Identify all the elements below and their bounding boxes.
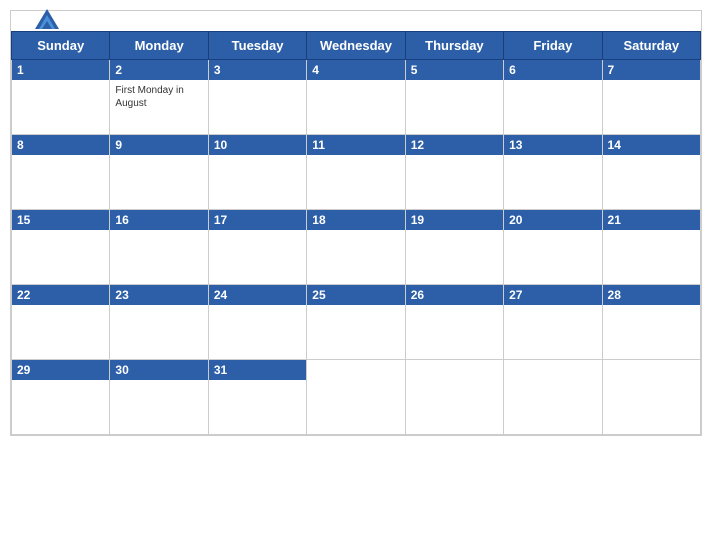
day-cell: 17 bbox=[208, 210, 306, 285]
day-number: 26 bbox=[411, 288, 498, 302]
day-number: 1 bbox=[17, 63, 104, 77]
week-row-3: 15 16 17 18 19 20 21 bbox=[12, 210, 701, 285]
day-number: 14 bbox=[608, 138, 695, 152]
day-cell: 24 bbox=[208, 285, 306, 360]
day-cell: 27 bbox=[504, 285, 602, 360]
holiday-text: First Monday in August bbox=[115, 84, 202, 110]
day-cell: 19 bbox=[405, 210, 503, 285]
day-header-sunday: Sunday bbox=[12, 32, 110, 60]
calendar-header bbox=[11, 11, 701, 31]
day-cell: 4 bbox=[307, 60, 405, 135]
day-cell bbox=[307, 360, 405, 435]
day-header-wednesday: Wednesday bbox=[307, 32, 405, 60]
day-header-saturday: Saturday bbox=[602, 32, 700, 60]
day-number: 20 bbox=[509, 213, 596, 227]
day-cell bbox=[602, 360, 700, 435]
day-cell: 25 bbox=[307, 285, 405, 360]
day-number: 9 bbox=[115, 138, 202, 152]
day-header-tuesday: Tuesday bbox=[208, 32, 306, 60]
day-cell: 14 bbox=[602, 135, 700, 210]
day-number: 15 bbox=[17, 213, 104, 227]
day-cell: 7 bbox=[602, 60, 700, 135]
day-cell: 21 bbox=[602, 210, 700, 285]
day-cell: 15 bbox=[12, 210, 110, 285]
day-number: 6 bbox=[509, 63, 596, 77]
day-number: 28 bbox=[608, 288, 695, 302]
days-header-row: SundayMondayTuesdayWednesdayThursdayFrid… bbox=[12, 32, 701, 60]
day-number: 3 bbox=[214, 63, 301, 77]
week-row-5: 29 30 31 bbox=[12, 360, 701, 435]
day-cell: 22 bbox=[12, 285, 110, 360]
day-cell: 10 bbox=[208, 135, 306, 210]
day-cell: 12 bbox=[405, 135, 503, 210]
day-cell: 11 bbox=[307, 135, 405, 210]
day-cell: 18 bbox=[307, 210, 405, 285]
day-header-friday: Friday bbox=[504, 32, 602, 60]
day-cell: 1 bbox=[12, 60, 110, 135]
week-row-2: 89 10 11 12 13 14 bbox=[12, 135, 701, 210]
day-number: 31 bbox=[214, 363, 301, 377]
day-cell: 13 bbox=[504, 135, 602, 210]
day-cell: 23 bbox=[110, 285, 208, 360]
day-number: 11 bbox=[312, 138, 399, 152]
day-header-monday: Monday bbox=[110, 32, 208, 60]
day-cell: 3 bbox=[208, 60, 306, 135]
day-number: 25 bbox=[312, 288, 399, 302]
day-number: 17 bbox=[214, 213, 301, 227]
day-number: 18 bbox=[312, 213, 399, 227]
day-number: 29 bbox=[17, 363, 104, 377]
day-number: 13 bbox=[509, 138, 596, 152]
day-number: 22 bbox=[17, 288, 104, 302]
logo-icon bbox=[31, 7, 63, 35]
day-number: 10 bbox=[214, 138, 301, 152]
day-cell: 29 bbox=[12, 360, 110, 435]
day-number: 4 bbox=[312, 63, 399, 77]
day-number: 24 bbox=[214, 288, 301, 302]
day-cell: 30 bbox=[110, 360, 208, 435]
week-row-4: 22 23 24 25 26 27 28 bbox=[12, 285, 701, 360]
day-cell: 28 bbox=[602, 285, 700, 360]
day-number: 16 bbox=[115, 213, 202, 227]
day-cell: 26 bbox=[405, 285, 503, 360]
day-number: 23 bbox=[115, 288, 202, 302]
day-cell: 2 First Monday in August bbox=[110, 60, 208, 135]
day-cell: 16 bbox=[110, 210, 208, 285]
day-number: 7 bbox=[608, 63, 695, 77]
day-cell bbox=[504, 360, 602, 435]
day-header-thursday: Thursday bbox=[405, 32, 503, 60]
day-cell: 20 bbox=[504, 210, 602, 285]
day-number: 2 bbox=[115, 63, 202, 77]
day-cell: 6 bbox=[504, 60, 602, 135]
day-cell: 31 bbox=[208, 360, 306, 435]
logo-area bbox=[31, 7, 67, 35]
day-number: 19 bbox=[411, 213, 498, 227]
day-cell: 5 bbox=[405, 60, 503, 135]
calendar-container: SundayMondayTuesdayWednesdayThursdayFrid… bbox=[10, 10, 702, 436]
day-number: 8 bbox=[17, 138, 104, 152]
calendar-table: SundayMondayTuesdayWednesdayThursdayFrid… bbox=[11, 31, 701, 435]
week-row-1: 12 First Monday in August 34567 bbox=[12, 60, 701, 135]
day-number: 27 bbox=[509, 288, 596, 302]
day-number: 30 bbox=[115, 363, 202, 377]
day-cell: 8 bbox=[12, 135, 110, 210]
day-number: 12 bbox=[411, 138, 498, 152]
day-number: 21 bbox=[608, 213, 695, 227]
day-cell: 9 bbox=[110, 135, 208, 210]
day-number: 5 bbox=[411, 63, 498, 77]
day-cell bbox=[405, 360, 503, 435]
